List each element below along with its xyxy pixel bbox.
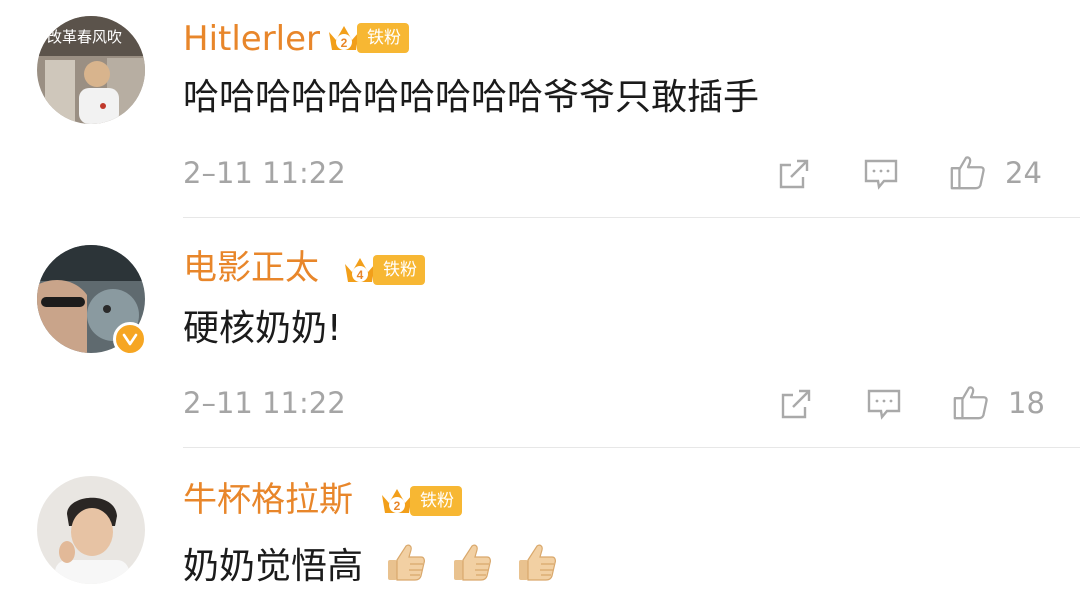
badge-label: 铁粉 bbox=[357, 23, 409, 53]
fan-badge: 4 铁粉 bbox=[341, 252, 425, 288]
like-count: 24 bbox=[1005, 156, 1042, 190]
comment-text: 哈哈哈哈哈哈哈哈哈哈爷爷只敢插手 bbox=[183, 77, 760, 118]
share-icon[interactable] bbox=[776, 384, 816, 424]
username[interactable]: 电影正太 bbox=[183, 251, 319, 285]
comment-item: 改革春风吹 Hitlerler 2 铁粉 哈哈哈哈哈哈哈哈哈哈爷爷只敢插手 2–… bbox=[0, 0, 1080, 218]
fan-badge: 2 铁粉 bbox=[378, 483, 462, 519]
comment-text: 硬核奶奶! bbox=[183, 308, 342, 349]
badge-level: 2 bbox=[394, 499, 401, 513]
badge-label: 铁粉 bbox=[410, 486, 462, 516]
fan-badge: 2 铁粉 bbox=[325, 20, 409, 56]
username[interactable]: Hitlerler bbox=[183, 22, 320, 56]
badge-level: 2 bbox=[341, 36, 348, 50]
badge-level: 4 bbox=[357, 268, 364, 282]
comment-icon[interactable] bbox=[864, 384, 904, 424]
timestamp: 2–11 11:22 bbox=[183, 156, 346, 190]
like-icon[interactable] bbox=[951, 382, 991, 422]
share-icon[interactable] bbox=[774, 154, 814, 194]
avatar[interactable] bbox=[37, 476, 145, 584]
badge-label: 铁粉 bbox=[373, 255, 425, 285]
timestamp: 2–11 11:22 bbox=[183, 386, 346, 420]
username[interactable]: 牛杯格拉斯 bbox=[183, 483, 353, 517]
thumbs-up-icon bbox=[388, 544, 426, 581]
comment-item: 牛杯格拉斯 2 铁粉 奶奶觉悟高 bbox=[0, 448, 1080, 597]
like-icon[interactable] bbox=[948, 152, 988, 192]
like-count: 18 bbox=[1008, 386, 1045, 420]
avatar[interactable]: 改革春风吹 bbox=[37, 16, 145, 124]
avatar-caption: 改革春风吹 bbox=[47, 28, 123, 46]
comment-icon[interactable] bbox=[861, 154, 901, 194]
comment-item: 电影正太 4 铁粉 硬核奶奶! 2–11 11:22 18 bbox=[0, 218, 1080, 448]
verified-badge bbox=[113, 322, 147, 356]
thumbs-up-icon bbox=[453, 544, 491, 581]
comment-text: 奶奶觉悟高 bbox=[183, 546, 364, 587]
thumbs-up-icon bbox=[519, 544, 557, 581]
comment-text-row: 奶奶觉悟高 bbox=[183, 540, 559, 585]
